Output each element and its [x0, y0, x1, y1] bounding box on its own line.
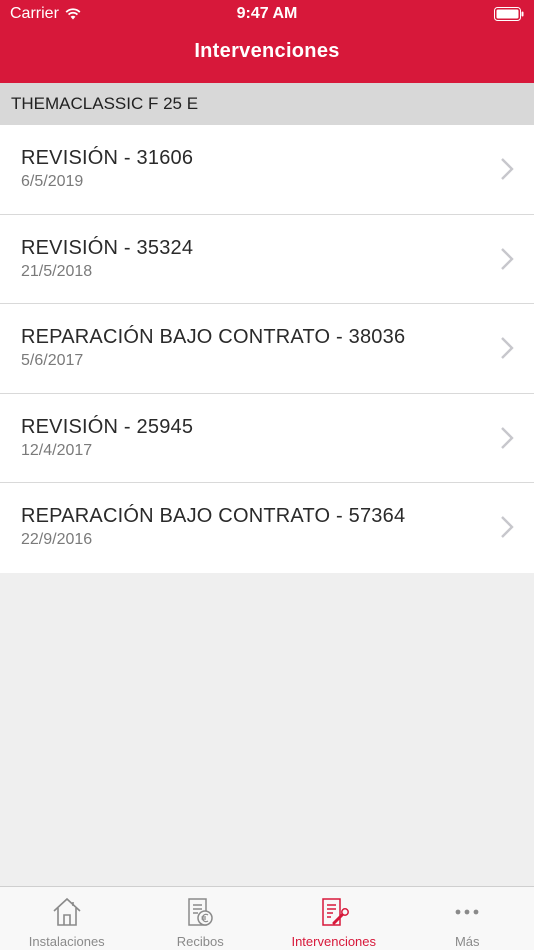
list-item[interactable]: REVISIÓN - 35324 21/5/2018: [0, 214, 534, 304]
intervention-title: REVISIÓN - 35324: [21, 236, 194, 259]
tab-label: Instalaciones: [28, 934, 105, 949]
tab-recibos[interactable]: Recibos: [134, 887, 268, 950]
intervention-date: 21/5/2018: [21, 262, 93, 280]
chevron-right-icon: [501, 516, 514, 538]
chevron-right-icon: [501, 337, 514, 359]
section-header: THEMACLASSIC F 25 E: [0, 83, 534, 125]
tab-bar: Instalaciones Recibos Intervenciones Más: [0, 886, 534, 950]
tab-label: Más: [454, 934, 480, 949]
chevron-right-icon: [501, 158, 514, 180]
tab-label: Intervenciones: [291, 934, 377, 949]
receipt-euro-icon: [188, 898, 213, 926]
tab-intervenciones[interactable]: Intervenciones: [267, 887, 401, 950]
intervention-date: 12/4/2017: [21, 441, 93, 459]
navigation-bar: Carrier 9:47 AM Intervenciones: [0, 0, 534, 83]
intervention-title: REPARACIÓN BAJO CONTRATO - 57364: [21, 505, 406, 527]
intervention-title: REPARACIÓN BAJO CONTRATO - 38036: [21, 326, 406, 348]
intervention-date: 5/6/2017: [21, 352, 84, 369]
chevron-right-icon: [501, 247, 514, 270]
battery-icon: [494, 7, 524, 21]
intervention-date: 6/5/2019: [21, 173, 84, 190]
house-icon: [53, 897, 81, 926]
intervention-title: REVISIÓN - 31606: [21, 147, 194, 169]
tab-mas[interactable]: Más: [401, 887, 534, 950]
more-dots-icon: [455, 909, 479, 915]
intervention-date: 22/9/2016: [21, 531, 93, 548]
document-wrench-icon: [322, 898, 349, 926]
intervention-title: REVISIÓN - 25945: [21, 415, 194, 438]
tab-instalaciones[interactable]: Instalaciones: [0, 887, 134, 950]
interventions-list: REVISIÓN - 31606 6/5/2019 REVISIÓN - 353…: [0, 125, 534, 573]
list-item[interactable]: REVISIÓN - 25945 12/4/2017: [0, 393, 534, 483]
list-item[interactable]: REPARACIÓN BAJO CONTRATO - 38036 5/6/201…: [0, 304, 534, 394]
list-item[interactable]: REPARACIÓN BAJO CONTRATO - 57364 22/9/20…: [0, 483, 534, 573]
chevron-right-icon: [501, 426, 514, 449]
list-item[interactable]: REVISIÓN - 31606 6/5/2019: [0, 125, 534, 215]
page-title: Intervenciones: [194, 40, 340, 62]
clock: 9:47 AM: [236, 5, 298, 22]
status-bar: Carrier 9:47 AM: [0, 0, 534, 28]
tab-label: Recibos: [176, 934, 224, 949]
installation-name: THEMACLASSIC F 25 E: [11, 94, 199, 113]
